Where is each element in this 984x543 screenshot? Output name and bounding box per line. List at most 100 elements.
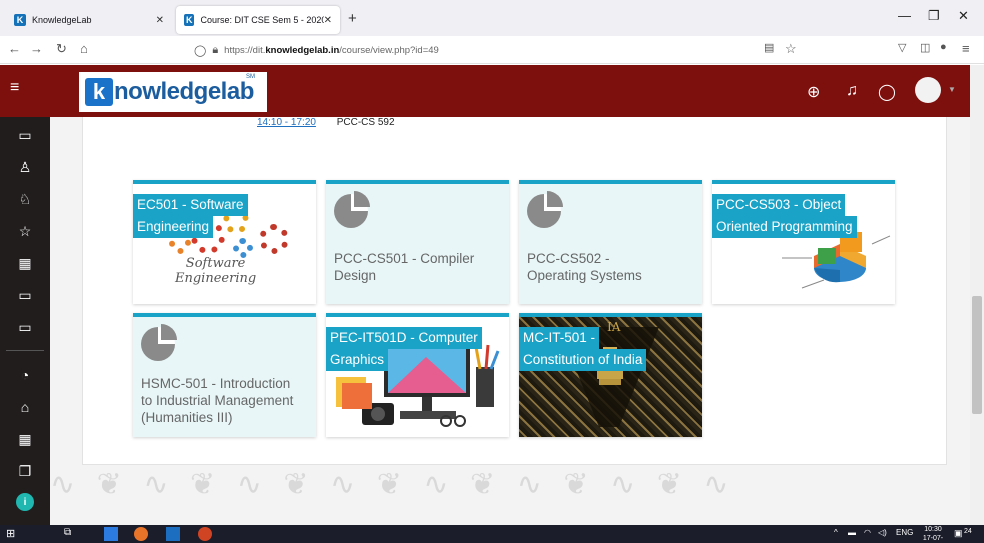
knowledgelab-favicon-icon: K [14,14,26,26]
bookmark-star-icon[interactable]: ☆ [785,41,797,57]
account-icon[interactable]: ● [940,41,947,53]
page-scrollbar[interactable] [970,65,984,525]
tab-knowledgelab[interactable]: K KnowledgeLab ✕ [6,6,172,34]
notification-count: 24 [964,528,972,535]
url-path: /course/view.php?id=49 [339,44,439,56]
dashboard-icon[interactable]: ◔ [0,365,50,385]
course-card-pcc-cs503[interactable]: PCC-CS503 - Object Oriented Programming [712,180,895,304]
tray-chevron-icon[interactable]: ^ [834,528,838,537]
avatar[interactable] [915,77,941,103]
course-title[interactable]: PCC-CS502 - Operating Systems [527,250,642,284]
minimize-icon[interactable]: — [898,8,911,23]
course-pie-icon [141,324,177,361]
participants-icon[interactable]: ♙ [0,157,50,177]
pocket-icon[interactable]: ▽ [898,41,906,54]
language-indicator[interactable]: ENG [896,528,913,537]
course-card-pcc-cs501[interactable]: PCC-CS501 - Compiler Design [326,180,509,304]
powerpoint-icon[interactable] [198,527,212,541]
browser-nav-bar: ← → ↻ ⌂ ◯ 🔒︎ https://dit. knowledgelab.in… [0,36,984,64]
maximize-icon[interactable]: ❐ [928,8,940,24]
home-icon[interactable]: ⌂ [0,397,50,417]
course-title-line: MC-IT-501 - [519,327,600,349]
logo-tm: SM [246,74,255,80]
shield-icon[interactable]: ◯ [194,44,206,57]
schedule-time-link[interactable]: 14:10 - 17:20 [257,117,316,128]
wifi-icon[interactable]: ◠ [864,528,871,537]
course-card-pec-it501d[interactable]: PEC-IT501D - Computer Graphics [326,313,509,437]
course-title-line: EC501 - Software [133,194,248,216]
menu-icon[interactable]: ≡ [962,41,970,56]
reader-view-icon[interactable]: ▤ [764,41,774,54]
globe-icon[interactable]: ⊕ [807,82,820,102]
course-card-pcc-cs502[interactable]: PCC-CS502 - Operating Systems [519,180,702,304]
sidebar-toggle-icon[interactable]: ◫ [920,41,930,54]
network-icon[interactable]: ▬ [848,528,856,537]
chevron-down-icon[interactable]: ▼ [948,85,956,94]
course-card-mc-it-501[interactable]: IA MC-IT-501 - Constitution of India [519,313,702,437]
hamburger-menu-icon[interactable]: ≡ [10,79,19,97]
scrollbar-thumb[interactable] [972,296,982,414]
course-title-line: Operating Systems [527,268,642,283]
main-content: ∿ ❦ ∿ ❦ ∿ ❦ ∿ ❦ ∿ ❦ ∿ ❦ ∿ ❦ ∿ 14:10 - 17… [50,117,970,525]
home-icon[interactable]: ⌂ [80,41,88,56]
close-icon[interactable]: ✕ [156,15,164,26]
grades-icon[interactable]: ▦ [0,253,50,273]
course-title-line: PCC-CS503 - Object [712,194,846,216]
course-title-line: PCC-CS501 - Compiler [334,251,475,266]
address-bar[interactable]: ◯ 🔒︎ https://dit. knowledgelab.in/course/… [188,39,788,61]
course-title[interactable]: PCC-CS501 - Compiler Design [334,250,474,284]
divider [6,350,44,351]
volume-icon[interactable]: ◁) [878,528,887,537]
folder-icon[interactable]: ▭ [0,285,50,305]
forward-icon[interactable]: → [30,41,43,56]
lock-icon[interactable]: 🔒︎ [212,44,218,57]
outlook-icon[interactable] [166,527,180,541]
course-title-line: Oriented Programming [712,216,857,238]
firefox-icon[interactable] [134,527,148,541]
task-view-icon[interactable]: ⧉ [64,527,71,538]
course-title-line: (Humanities III) [141,410,233,425]
windows-start-icon[interactable]: ⊞ [6,527,15,540]
clock-date: 17-07-2021 [922,535,944,542]
badges-icon[interactable]: ♘ [0,189,50,209]
logo-k: k [85,78,113,106]
chat-icon[interactable]: ◯ [878,82,896,102]
course-title[interactable]: PCC-CS503 - Object Oriented Programming [712,194,857,238]
course-title-line: PCC-CS502 - [527,251,610,266]
url-domain: knowledgelab.in [265,44,340,56]
course-title[interactable]: PEC-IT501D - Computer Graphics [326,327,482,371]
new-tab-icon[interactable]: + [348,10,357,27]
tab-label: KnowledgeLab [32,15,92,25]
decorative-pattern: ∿ ❦ ∿ ❦ ∿ ❦ ∿ ❦ ∿ ❦ ∿ ❦ ∿ ❦ ∿ [50,467,735,502]
course-title-line: Engineering [133,216,214,238]
window-close-icon[interactable]: ✕ [958,8,969,24]
file-explorer-icon[interactable] [104,527,118,541]
logo-text: nowledgelab [114,78,254,105]
reload-icon[interactable]: ↻ [56,41,67,57]
course-title-line: Constitution of India [519,349,647,371]
folder-icon[interactable]: ▭ [0,317,50,337]
course-card-hsmc-501[interactable]: HSMC-501 - Introduction to Industrial Ma… [133,313,316,437]
tab-course[interactable]: K Course: DIT CSE Sem 5 - 2020 - ... ✕ [176,6,340,34]
folder-icon[interactable]: ▭ [0,125,50,145]
close-icon[interactable]: ✕ [324,15,332,26]
site-logo[interactable]: k nowledgelab SM [79,72,267,112]
clock[interactable]: 10:30 17-07-2021 [918,525,948,543]
url-prefix: https://dit. [224,44,266,56]
course-card-ec501[interactable]: Software Engineering EC501 - Software En… [133,180,316,304]
info-icon[interactable]: i [16,493,34,511]
course-title-line: Graphics [326,349,389,371]
notification-icon[interactable]: ▣ [954,528,963,539]
private-files-icon[interactable]: ❐ [0,461,50,481]
course-title[interactable]: HSMC-501 - Introduction to Industrial Ma… [141,375,293,426]
calendar-icon[interactable]: ▦ [0,429,50,449]
knowledgelab-favicon-icon: K [184,14,195,26]
bell-icon[interactable]: ♫ [846,82,858,100]
course-title[interactable]: EC501 - Software Engineering [133,194,248,238]
gear-icon [233,238,253,258]
back-icon[interactable]: ← [8,41,21,56]
schedule-code: PCC-CS 592 [336,117,395,128]
course-title[interactable]: MC-IT-501 - Constitution of India [519,327,647,371]
course-pie-icon [334,191,370,228]
star-icon[interactable]: ☆ [0,221,50,241]
